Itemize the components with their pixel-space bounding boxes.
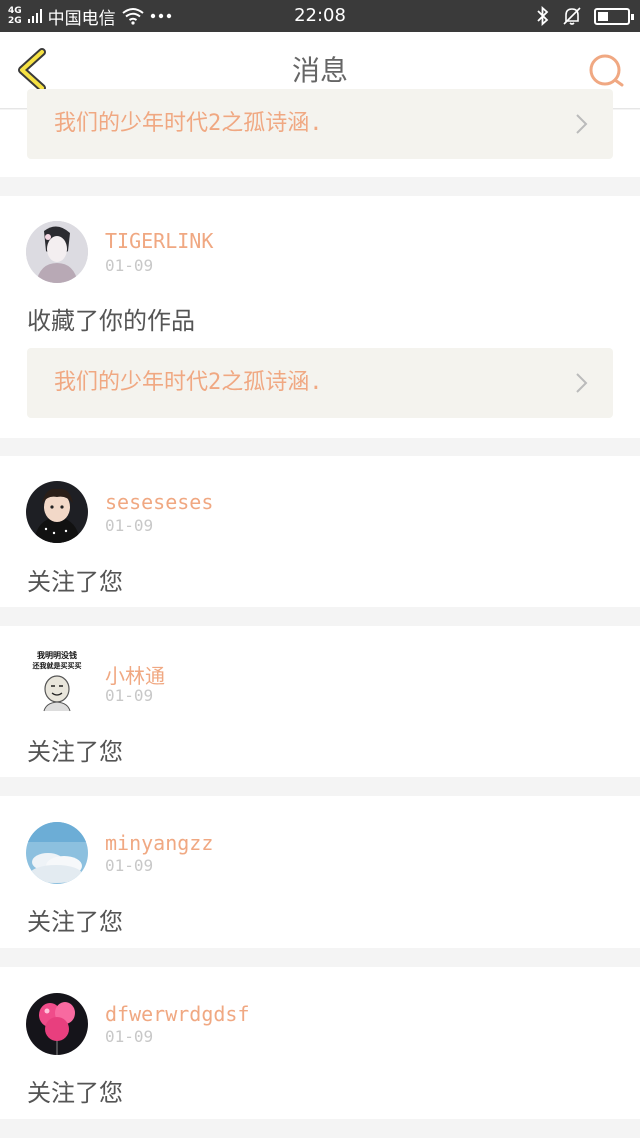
message-item[interactable]: TIGERLINK 01-09 收藏了你的作品 我们的少年时代2之孤诗涵. xyxy=(0,196,640,438)
chevron-right-icon xyxy=(576,373,588,393)
search-icon[interactable] xyxy=(586,51,626,91)
message-date: 01-09 xyxy=(105,256,154,275)
message-date: 01-09 xyxy=(105,516,154,535)
username[interactable]: seseseses xyxy=(105,490,213,514)
mute-bell-icon xyxy=(563,7,581,25)
username[interactable]: 小林通 xyxy=(105,660,165,689)
action-text: 关注了您 xyxy=(27,738,123,766)
message-date: 01-09 xyxy=(105,686,154,705)
message-item[interactable]: 我明明没钱 还我就是买买买 小林通 01-09 关注了您 xyxy=(0,626,640,777)
avatar-caption: 我明明没钱 xyxy=(37,651,77,660)
avatar[interactable] xyxy=(26,822,88,884)
work-link[interactable]: 我们的少年时代2之孤诗涵. xyxy=(27,89,613,159)
action-text: 关注了您 xyxy=(27,1079,123,1107)
avatar-caption: 还我就是买买买 xyxy=(32,662,82,670)
action-text: 关注了您 xyxy=(27,908,123,936)
bluetooth-icon xyxy=(537,6,549,26)
action-text: 收藏了你的作品 xyxy=(27,307,195,335)
work-title: 我们的少年时代2之孤诗涵. xyxy=(54,111,323,136)
action-text: 关注了您 xyxy=(27,568,123,596)
avatar[interactable]: 我明明没钱 还我就是买买买 xyxy=(26,651,88,713)
avatar[interactable] xyxy=(26,221,88,283)
status-bar: 4G 2G 中国电信 22:08 xyxy=(0,0,640,32)
message-item[interactable]: dfwerwrdgdsf 01-09 关注了您 xyxy=(0,967,640,1119)
message-date: 01-09 xyxy=(105,1027,154,1046)
message-date: 01-09 xyxy=(105,856,154,875)
message-item: 我们的少年时代2之孤诗涵. xyxy=(0,89,640,177)
battery-icon xyxy=(594,7,634,25)
message-item[interactable]: seseseses 01-09 关注了您 xyxy=(0,456,640,607)
avatar[interactable] xyxy=(26,481,88,543)
chevron-right-icon xyxy=(576,114,588,134)
message-item[interactable]: minyangzz 01-09 关注了您 xyxy=(0,796,640,948)
username[interactable]: TIGERLINK xyxy=(105,229,213,253)
work-title: 我们的少年时代2之孤诗涵. xyxy=(54,370,323,395)
username[interactable]: dfwerwrdgdsf xyxy=(105,1002,250,1026)
username[interactable]: minyangzz xyxy=(105,831,213,855)
work-link[interactable]: 我们的少年时代2之孤诗涵. xyxy=(27,348,613,418)
avatar[interactable] xyxy=(26,993,88,1055)
